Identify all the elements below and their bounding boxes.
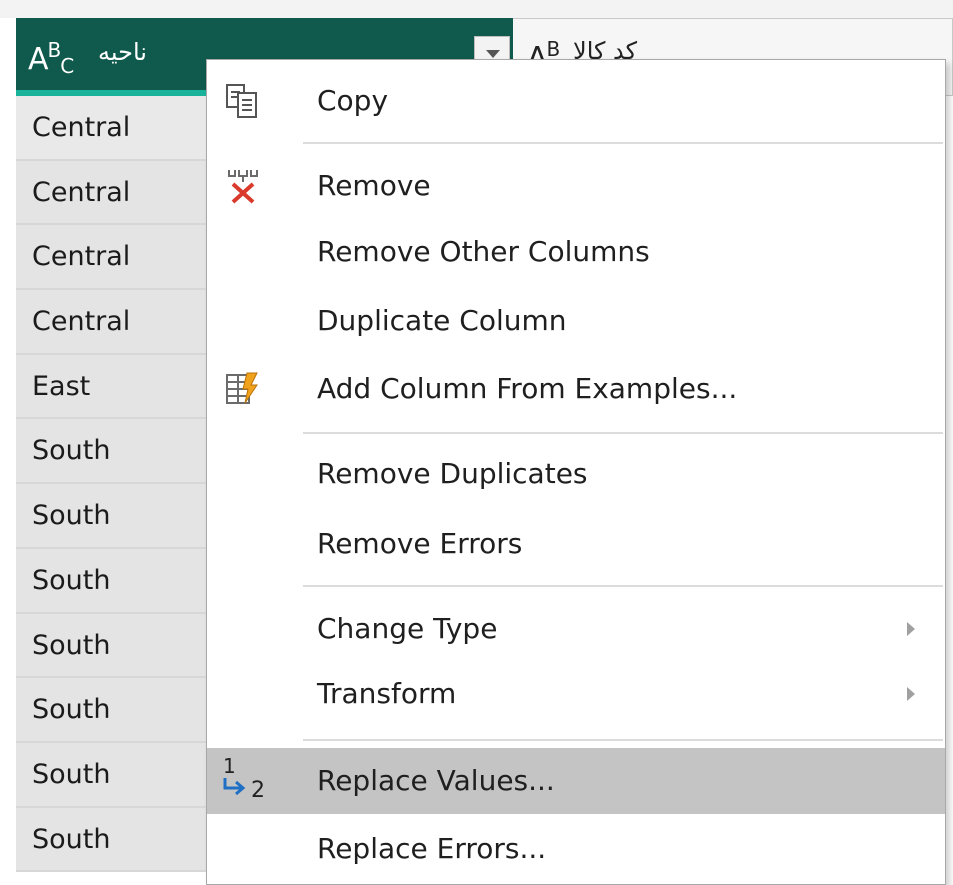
menu-item-remove-errors[interactable]: Remove Errors <box>207 511 945 577</box>
table-cell[interactable]: South <box>16 548 216 614</box>
menu-separator <box>303 432 943 434</box>
menu-separator <box>303 142 943 144</box>
replace-icon-digit: 1 <box>223 754 236 778</box>
copy-icon <box>223 81 263 121</box>
menu-item-transform[interactable]: Transform <box>207 661 945 727</box>
menu-separator <box>303 585 943 587</box>
menu-item-label: Remove <box>317 169 431 202</box>
menu-item-add-column-from-examples[interactable]: Add Column From Examples... <box>207 356 945 422</box>
menu-separator <box>303 739 943 741</box>
table-cell[interactable]: South <box>16 419 216 485</box>
table-cell[interactable]: Central <box>16 225 216 291</box>
menu-item-remove-duplicates[interactable]: Remove Duplicates <box>207 441 945 507</box>
power-query-editor: ABC ناحیه AB کد کالا Central Central Cen… <box>0 0 953 885</box>
remove-column-icon <box>223 166 263 206</box>
menu-item-label: Replace Values... <box>317 764 555 797</box>
menu-item-label: Replace Errors... <box>317 832 547 865</box>
column-from-examples-icon <box>223 369 263 409</box>
submenu-arrow-icon <box>907 622 915 636</box>
top-strip <box>0 0 953 18</box>
replace-values-icon: 1 2 <box>219 754 273 808</box>
table-cell[interactable]: Central <box>16 290 216 355</box>
column-title: ناحیه <box>98 38 147 66</box>
column-context-menu: Copy Remove Remove Other Columns Duplica… <box>206 59 946 885</box>
type-glyph-sup: B <box>47 38 62 62</box>
table-cell[interactable]: Central <box>16 96 216 161</box>
table-cell[interactable]: East <box>16 354 216 420</box>
menu-item-remove[interactable]: Remove <box>207 153 945 219</box>
menu-item-label: Transform <box>317 677 457 710</box>
replace-icon-digit: 2 <box>251 778 265 803</box>
menu-item-label: Add Column From Examples... <box>317 372 738 405</box>
table-cell[interactable]: South <box>16 484 216 549</box>
table-cell[interactable]: Central <box>16 160 216 226</box>
type-glyph-letter: A <box>28 42 49 77</box>
menu-item-label: Remove Duplicates <box>317 457 588 490</box>
table-cell[interactable]: South <box>16 742 216 808</box>
type-glyph-sup: B <box>546 37 561 61</box>
type-glyph-sub: C <box>60 54 74 78</box>
menu-item-change-type[interactable]: Change Type <box>207 596 945 662</box>
menu-item-label: Duplicate Column <box>317 304 567 337</box>
menu-item-duplicate-column[interactable]: Duplicate Column <box>207 288 945 354</box>
menu-item-copy[interactable]: Copy <box>207 68 945 134</box>
table-cell[interactable]: South <box>16 807 216 873</box>
menu-item-replace-errors[interactable]: Replace Errors... <box>207 816 945 882</box>
menu-item-label: Remove Other Columns <box>317 235 650 268</box>
table-cell[interactable]: South <box>16 613 216 679</box>
submenu-arrow-icon <box>907 687 915 701</box>
menu-item-label: Copy <box>317 84 389 117</box>
menu-item-replace-values[interactable]: 1 2 Replace Values... <box>207 748 945 814</box>
column-values: Central Central Central Central East Sou… <box>16 96 216 873</box>
menu-item-remove-other-columns[interactable]: Remove Other Columns <box>207 219 945 285</box>
text-type-icon[interactable]: ABC <box>28 30 74 86</box>
menu-item-label: Remove Errors <box>317 527 523 560</box>
table-cell[interactable]: South <box>16 678 216 743</box>
menu-item-label: Change Type <box>317 612 498 645</box>
